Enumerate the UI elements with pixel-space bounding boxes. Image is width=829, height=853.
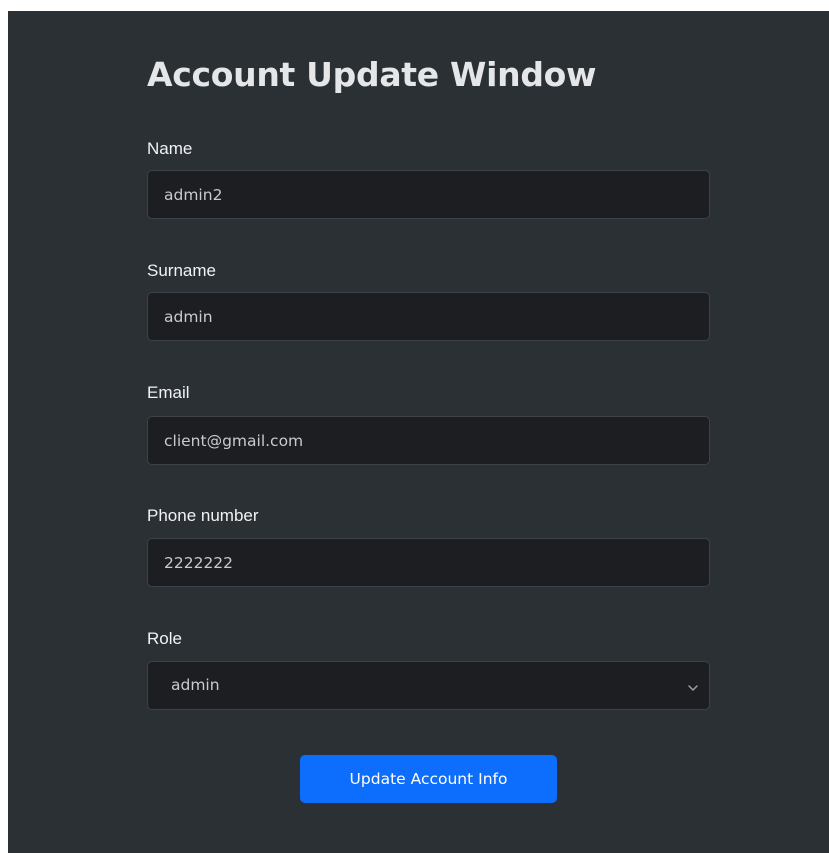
email-label: Email (147, 383, 190, 402)
page-title: Account Update Window (147, 55, 597, 94)
surname-input[interactable] (147, 292, 710, 341)
role-select[interactable]: admin (147, 661, 710, 710)
chevron-down-icon (687, 680, 699, 691)
account-update-panel: Account Update Window Name Surname Email… (8, 11, 829, 853)
phone-number-label: Phone number (147, 506, 259, 525)
phone-number-input[interactable] (147, 538, 710, 587)
name-label: Name (147, 139, 193, 158)
role-label: Role (147, 629, 182, 648)
update-account-info-button[interactable]: Update Account Info (300, 755, 557, 803)
name-input[interactable] (147, 170, 710, 219)
role-select-value: admin (171, 676, 220, 694)
email-input[interactable] (147, 416, 710, 465)
surname-label: Surname (147, 261, 216, 280)
